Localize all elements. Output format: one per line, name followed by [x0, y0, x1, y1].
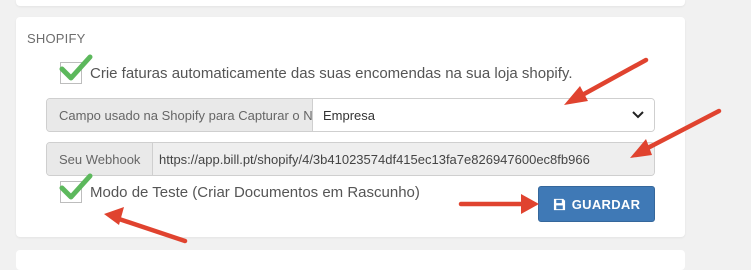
- save-button-label: GUARDAR: [571, 196, 641, 212]
- webhook-url-field[interactable]: https://app.bill.pt/shopify/4/3b41023574…: [153, 143, 654, 175]
- auto-invoice-label: Crie faturas automaticamente das suas en…: [90, 64, 573, 82]
- save-button[interactable]: GUARDAR: [538, 186, 655, 222]
- webhook-label: Seu Webhook: [47, 143, 153, 175]
- checkmark-icon: [59, 54, 93, 81]
- nif-field-label: Campo usado na Shopify para Capturar o N…: [47, 99, 324, 131]
- previous-panel: [16, 0, 685, 6]
- chevron-down-icon: [632, 111, 644, 119]
- auto-invoice-option[interactable]: Crie faturas automaticamente das suas en…: [59, 54, 573, 84]
- test-mode-option[interactable]: Modo de Teste (Criar Documentos em Rascu…: [59, 173, 420, 203]
- next-panel: [16, 250, 685, 270]
- section-title: SHOPIFY: [27, 31, 86, 46]
- checkmark-icon: [59, 173, 93, 200]
- test-mode-checkbox[interactable]: [59, 173, 93, 203]
- webhook-group: Seu Webhook https://app.bill.pt/shopify/…: [46, 142, 655, 176]
- floppy-disk-icon: [553, 198, 565, 210]
- test-mode-label: Modo de Teste (Criar Documentos em Rascu…: [90, 183, 420, 201]
- nif-field-group: Campo usado na Shopify para Capturar o N…: [46, 98, 655, 132]
- auto-invoice-checkbox[interactable]: [59, 54, 93, 84]
- nif-field-selected-value: Empresa: [323, 107, 376, 123]
- nif-field-select[interactable]: Empresa: [313, 99, 654, 131]
